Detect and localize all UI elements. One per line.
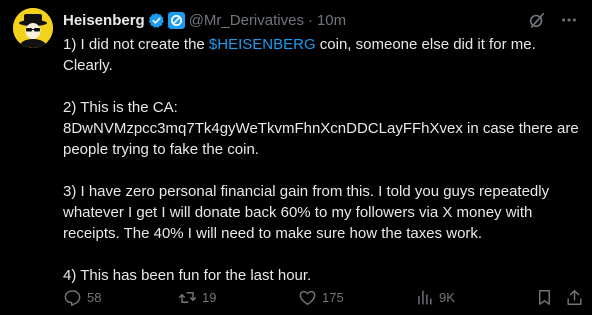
paragraph-3: 3) I have zero personal financial gain f… [63,183,550,242]
reply-count: 58 [87,289,102,305]
repost-button[interactable]: 19 [178,288,216,307]
views-button[interactable]: 9K [415,288,455,307]
display-name[interactable]: Heisenberg [63,12,145,29]
avatar[interactable] [13,8,53,48]
bookmark-button[interactable] [535,288,559,307]
verified-badge-icon[interactable] [148,12,165,29]
separator: · [307,11,313,29]
bookmark-icon [539,289,550,305]
post-text: 1) I did not create the $HEISENBERG coin… [63,34,581,286]
repost-count: 19 [202,289,217,305]
views-count: 9K [439,289,455,305]
views-icon [418,289,432,305]
grok-icon[interactable] [528,11,546,34]
timestamp[interactable]: 10m [317,12,346,29]
paragraph-4: 4) This has been fun for the last hour. [63,267,312,284]
top-icons [528,11,578,34]
reply-button[interactable]: 58 [63,288,101,307]
handle[interactable]: @Mr_Derivatives [189,12,304,29]
share-button[interactable] [565,288,589,307]
reply-icon [64,289,81,306]
tweet: Heisenberg @Mr_Derivatives · 10m 1) I di… [0,0,592,315]
affiliate-badge-icon[interactable] [167,11,185,29]
cashtag-link[interactable]: $HEISENBERG [209,36,316,53]
action-bar: 58 19 175 9K [63,287,582,307]
like-count: 175 [322,289,344,305]
repost-icon [178,291,197,303]
more-icon[interactable] [560,11,578,34]
share-icon [567,289,582,305]
post-header: Heisenberg @Mr_Derivatives · 10m [63,10,346,30]
paragraph-2: 2) This is the CA: 8DwNVMzpcc3mq7Tk4gyWeT… [63,99,579,158]
paragraph-1: 1) I did not create the $HEISENBERG coin… [63,36,536,74]
like-icon [299,290,316,305]
like-button[interactable]: 175 [298,288,344,307]
